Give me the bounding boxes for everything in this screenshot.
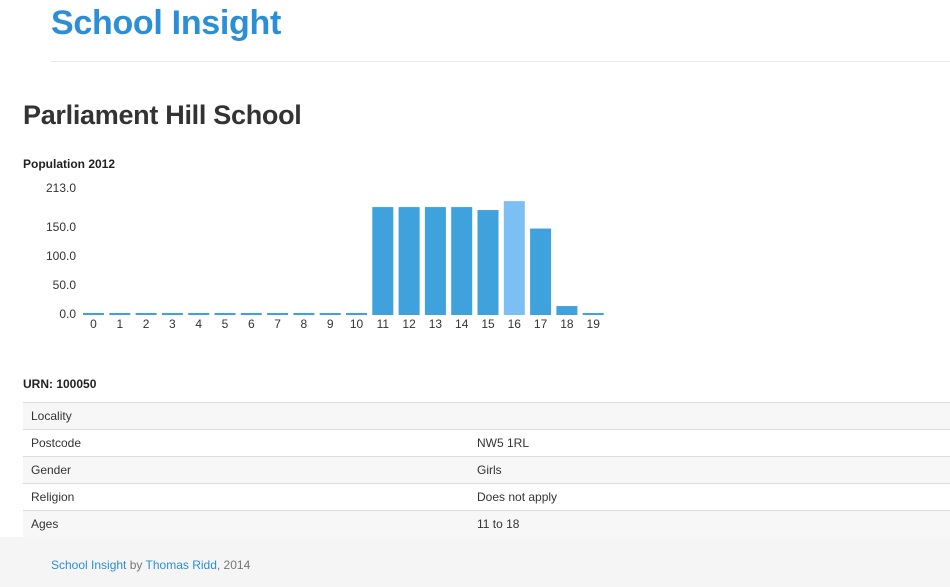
bar-age-2[interactable] <box>135 313 157 315</box>
bar-age-19[interactable] <box>582 313 604 315</box>
x-tick-label: 11 <box>377 317 390 331</box>
bar-age-1[interactable] <box>109 313 131 315</box>
table-row: Ages 11 to 18 <box>23 510 950 537</box>
y-tick-label: 100.0 <box>46 249 76 263</box>
y-tick-label: 50.0 <box>53 278 77 292</box>
x-tick-label: 9 <box>327 317 334 331</box>
footer-author-link[interactable]: Thomas Ridd <box>146 558 217 572</box>
footer-credit: School Insight by Thomas Ridd, 2014 <box>51 558 250 572</box>
x-tick-label: 5 <box>222 317 229 331</box>
bar-age-13[interactable] <box>424 207 446 315</box>
x-tick-label: 2 <box>143 317 150 331</box>
detail-value: 11 to 18 <box>469 510 950 537</box>
x-tick-label: 3 <box>169 317 176 331</box>
bar-age-15[interactable] <box>477 210 499 315</box>
x-tick-label: 12 <box>402 317 416 331</box>
school-details-table: Locality Postcode NW5 1RL Gender Girls R… <box>23 402 950 537</box>
x-tick-label: 0 <box>90 317 97 331</box>
x-tick-label: 7 <box>274 317 281 331</box>
table-row: Locality <box>23 402 950 430</box>
detail-value: Girls <box>469 456 950 484</box>
footer-by-text: by <box>126 558 146 572</box>
x-tick-label: 16 <box>508 317 522 331</box>
detail-value: NW5 1RL <box>469 429 950 457</box>
chart-title: Population 2012 <box>23 157 116 171</box>
bar-age-9[interactable] <box>319 313 341 315</box>
table-row: Religion Does not apply <box>23 483 950 511</box>
bar-age-14[interactable] <box>451 207 473 315</box>
bar-age-8[interactable] <box>293 313 315 315</box>
brand-title[interactable]: School Insight <box>51 4 281 43</box>
bar-age-16[interactable] <box>503 201 525 315</box>
footer-site-link[interactable]: School Insight <box>51 558 126 572</box>
detail-value <box>469 402 950 430</box>
bar-age-7[interactable] <box>267 313 289 315</box>
x-tick-label: 19 <box>587 317 601 331</box>
x-tick-label: 15 <box>481 317 495 331</box>
x-tick-label: 6 <box>248 317 255 331</box>
bar-age-10[interactable] <box>346 313 367 315</box>
x-tick-label: 1 <box>116 317 123 331</box>
table-row: Postcode NW5 1RL <box>23 429 950 457</box>
x-tick-label: 8 <box>301 317 308 331</box>
detail-key: Locality <box>23 402 469 430</box>
bar-age-12[interactable] <box>398 207 420 315</box>
detail-value: Does not apply <box>469 483 950 511</box>
bar-age-6[interactable] <box>240 313 262 315</box>
header-divider <box>51 61 950 62</box>
detail-key: Ages <box>23 510 469 537</box>
table-row: Gender Girls <box>23 456 950 484</box>
y-tick-label: 213.0 <box>46 181 76 195</box>
x-tick-label: 13 <box>429 317 443 331</box>
bar-age-4[interactable] <box>188 313 210 315</box>
bar-age-5[interactable] <box>214 313 236 315</box>
detail-key: Postcode <box>23 429 469 457</box>
x-tick-label: 14 <box>455 317 469 331</box>
x-tick-label: 10 <box>350 317 364 331</box>
x-tick-label: 18 <box>560 317 574 331</box>
footer-year: , 2014 <box>216 558 251 572</box>
urn-label: URN: 100050 <box>23 377 97 391</box>
population-chart: 213.0150.0100.050.00.00 1 2 3 4 5 6 7 8 9 10 11 12 13… <box>46 181 604 331</box>
x-tick-label: 17 <box>534 317 548 331</box>
y-tick-label: 150.0 <box>46 220 76 234</box>
bar-age-3[interactable] <box>161 313 183 315</box>
detail-key: Gender <box>23 456 469 484</box>
bar-age-17[interactable] <box>530 228 552 315</box>
detail-key: Religion <box>23 483 469 511</box>
y-tick-label: 0.0 <box>59 307 76 321</box>
x-tick-label: 4 <box>195 317 202 331</box>
footer: School Insight by Thomas Ridd, 2014 <box>0 537 950 587</box>
bar-age-0[interactable] <box>83 313 104 315</box>
bar-age-18[interactable] <box>556 306 578 315</box>
school-name: Parliament Hill School <box>23 100 302 130</box>
bar-age-11[interactable] <box>372 207 394 315</box>
